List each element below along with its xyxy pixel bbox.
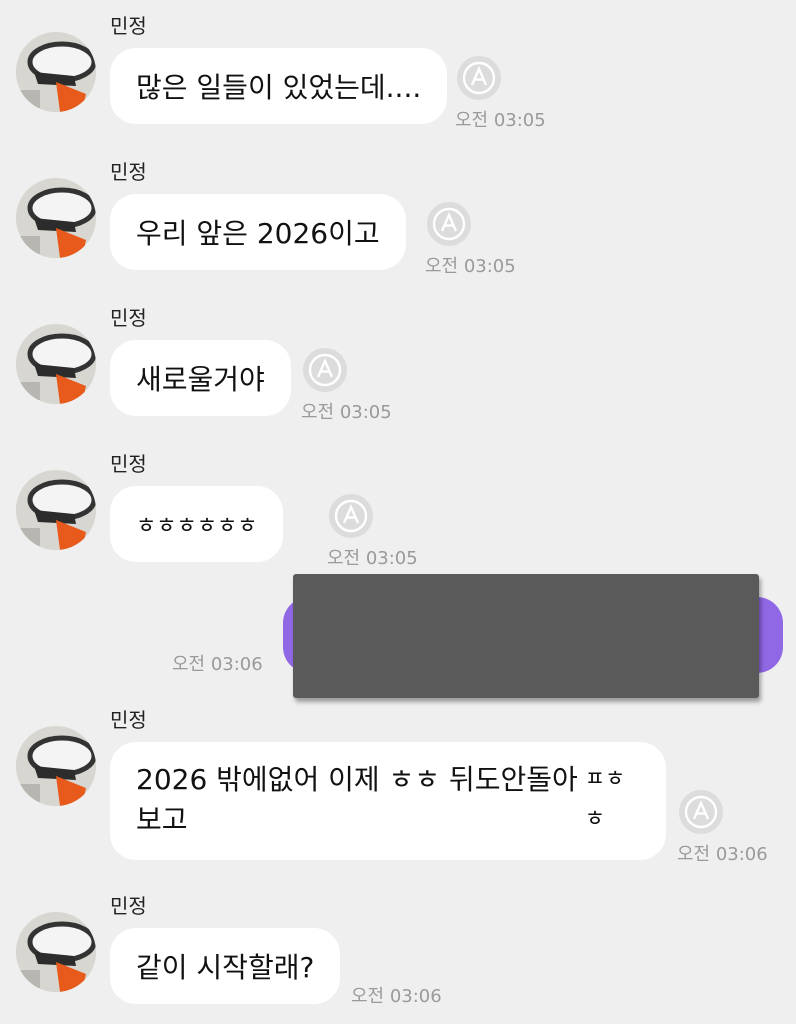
- sender-name: 민정: [110, 894, 147, 918]
- timestamp: 오전 03:06: [172, 654, 263, 675]
- auto-translate-icon[interactable]: [427, 202, 471, 246]
- message-bubble[interactable]: 같이 시작할래?: [110, 928, 341, 1004]
- auto-translate-icon[interactable]: [457, 56, 501, 100]
- message-bubble[interactable]: 새로울거야: [110, 340, 291, 416]
- timestamp: 오전 03:05: [327, 548, 418, 569]
- timestamp: 오전 03:06: [351, 986, 442, 1007]
- sender-name: 민정: [110, 14, 147, 38]
- message-meta: 오전 03:05: [327, 494, 437, 569]
- message-bubble[interactable]: 2026 밖에없어 이제 ㅎㅎ 뒤도안돌아보고 ㅍㅎㅎ: [110, 742, 666, 860]
- message-line: ㅍㅎㅎ: [584, 767, 626, 832]
- avatar[interactable]: [16, 178, 96, 258]
- message-bubble[interactable]: 많은 일들이 있었는데....: [110, 48, 448, 124]
- avatar[interactable]: [16, 912, 96, 992]
- message-bubble[interactable]: ㅎㅎㅎㅎㅎㅎ: [110, 486, 284, 562]
- sender-name: 민정: [110, 708, 147, 732]
- sender-name: 민정: [110, 160, 147, 184]
- message-meta: 오전 03:06: [351, 932, 461, 1007]
- message-line: 2026 밖에없어 이제 ㅎㅎ 뒤도안돌아보고: [136, 763, 578, 836]
- timestamp: 오전 03:05: [455, 110, 546, 131]
- timestamp: 오전 03:05: [301, 402, 392, 423]
- message-meta: 오전 03:06: [677, 790, 787, 865]
- timestamp: 오전 03:05: [425, 256, 516, 277]
- message-meta: 오전 03:05: [425, 202, 535, 277]
- avatar[interactable]: [16, 32, 96, 112]
- avatar[interactable]: [16, 470, 96, 550]
- auto-translate-icon[interactable]: [329, 494, 373, 538]
- redaction-block: [293, 574, 759, 698]
- auto-translate-icon[interactable]: [679, 790, 723, 834]
- timestamp: 오전 03:06: [677, 844, 768, 865]
- avatar[interactable]: [16, 324, 96, 404]
- sender-name: 민정: [110, 452, 147, 476]
- sender-name: 민정: [110, 306, 147, 330]
- message-meta: 오전 03:05: [301, 348, 411, 423]
- avatar[interactable]: [16, 726, 96, 806]
- message-meta: 오전 03:05: [455, 56, 565, 131]
- auto-translate-icon[interactable]: [303, 348, 347, 392]
- outgoing-message: 오전 03:06: [0, 574, 796, 698]
- message-bubble[interactable]: 우리 앞은 2026이고: [110, 194, 406, 270]
